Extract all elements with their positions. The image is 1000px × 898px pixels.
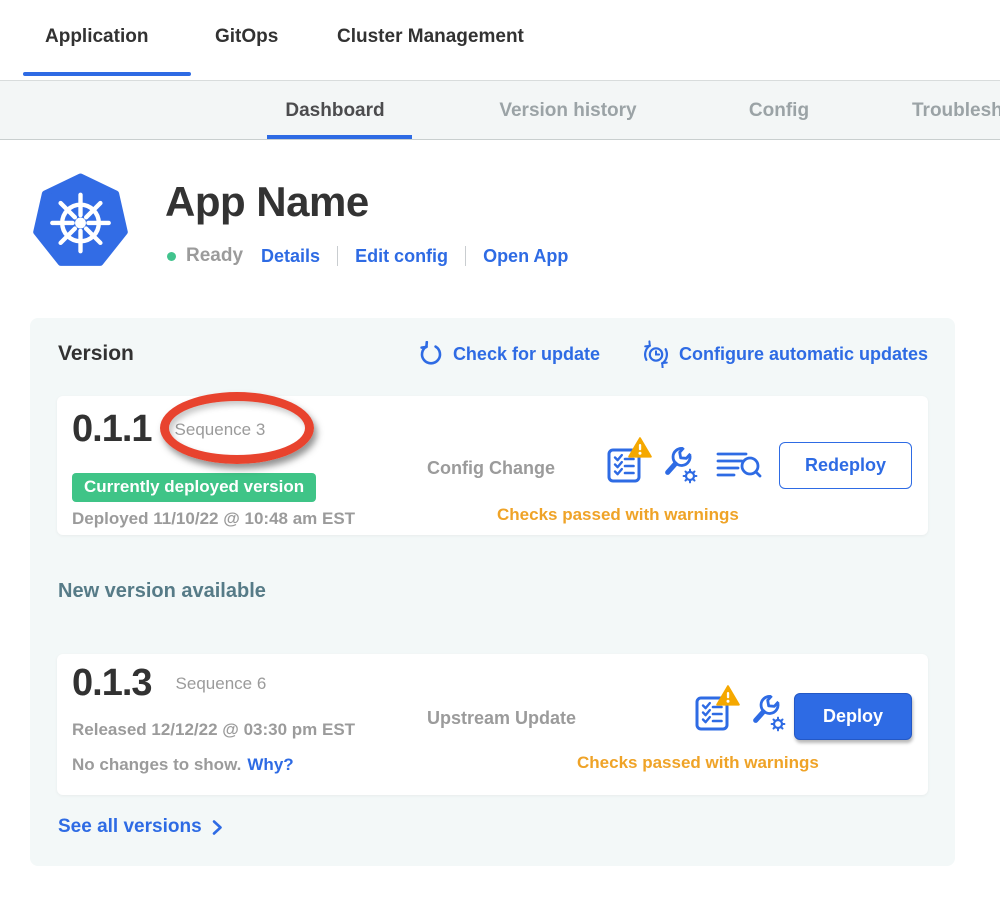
next-version-row: 0.1.3 Sequence 6 (72, 662, 266, 705)
next-version-number: 0.1.3 (72, 662, 152, 705)
currently-deployed-badge: Currently deployed version (72, 473, 316, 502)
open-app-link[interactable]: Open App (483, 246, 568, 267)
next-version-card: 0.1.3 Sequence 6 Released 12/12/22 @ 03:… (57, 654, 928, 795)
current-checks-status: Checks passed with warnings (497, 505, 739, 525)
active-tab-underline (23, 72, 191, 76)
current-version-card: 0.1.1 Sequence 3 Currently deployed vers… (57, 396, 928, 535)
status-label: Ready (186, 245, 243, 267)
version-panel-actions: Check for update Configure automatic upd… (418, 340, 928, 368)
see-all-versions-link[interactable]: See all versions (58, 816, 223, 838)
link-divider (337, 246, 338, 266)
wrench-gear-icon[interactable] (659, 445, 699, 485)
diff-summary-text: No changes to show. (72, 755, 241, 774)
preflight-checks-icon[interactable] (605, 446, 642, 484)
configure-automatic-updates-label: Configure automatic updates (679, 344, 928, 365)
version-panel: Version Check for update (30, 318, 955, 866)
next-version-icons (693, 693, 787, 733)
status-dot-icon (167, 252, 176, 261)
diff-view-icon[interactable] (716, 447, 762, 483)
link-divider (465, 246, 466, 266)
sub-nav-tab-config[interactable]: Config (749, 100, 809, 122)
app-status-row: Ready Details Edit config Open App (167, 242, 568, 270)
kubernetes-logo-icon (33, 172, 128, 269)
warning-triangle-icon (628, 437, 652, 458)
top-nav-tab-cluster-management[interactable]: Cluster Management (337, 26, 524, 48)
active-subtab-underline (267, 135, 412, 139)
check-for-update-label: Check for update (453, 344, 600, 365)
top-nav-tab-gitops[interactable]: GitOps (215, 26, 278, 48)
chevron-right-icon (212, 819, 223, 836)
new-version-available-heading: New version available (58, 580, 266, 603)
wrench-gear-icon[interactable] (747, 693, 787, 733)
released-timestamp: Released 12/12/22 @ 03:30 pm EST (72, 720, 355, 740)
top-nav: Application GitOps Cluster Management (0, 0, 1000, 80)
deploy-button[interactable]: Deploy (794, 693, 912, 740)
next-checks-status: Checks passed with warnings (577, 753, 819, 773)
preflight-checks-icon[interactable] (693, 694, 730, 732)
next-version-sequence: Sequence 6 (176, 674, 267, 694)
top-nav-tab-application[interactable]: Application (45, 26, 148, 48)
configure-automatic-updates-link[interactable]: Configure automatic updates (642, 340, 928, 368)
app-sub-nav: Dashboard Version history Config Trouble… (0, 80, 1000, 140)
refresh-icon (418, 341, 444, 367)
sub-nav-tab-troubleshoot[interactable]: Troubleshoot (912, 100, 1000, 122)
redeploy-button[interactable]: Redeploy (779, 442, 912, 489)
current-version-number: 0.1.1 (72, 408, 152, 451)
kots-admin-dashboard: Application GitOps Cluster Management Da… (0, 0, 1000, 898)
why-link[interactable]: Why? (247, 755, 293, 774)
version-source-label: Config Change (427, 458, 555, 479)
deployed-timestamp: Deployed 11/10/22 @ 10:48 am EST (72, 509, 355, 529)
details-link[interactable]: Details (261, 246, 320, 267)
version-panel-title: Version (58, 342, 134, 366)
schedule-update-icon (642, 340, 670, 368)
edit-config-link[interactable]: Edit config (355, 246, 448, 267)
check-for-update-link[interactable]: Check for update (418, 340, 600, 368)
warning-triangle-icon (716, 685, 740, 706)
current-version-row: 0.1.1 Sequence 3 (72, 408, 265, 451)
version-source-label: Upstream Update (427, 708, 576, 729)
diff-summary: No changes to show. Why? (72, 755, 294, 775)
current-version-icons (605, 445, 762, 485)
current-version-sequence: Sequence 3 (175, 420, 266, 440)
see-all-versions-label: See all versions (58, 816, 202, 838)
sub-nav-tab-dashboard[interactable]: Dashboard (285, 100, 384, 122)
app-name-title: App Name (165, 178, 369, 226)
sub-nav-tab-version-history[interactable]: Version history (499, 100, 636, 122)
